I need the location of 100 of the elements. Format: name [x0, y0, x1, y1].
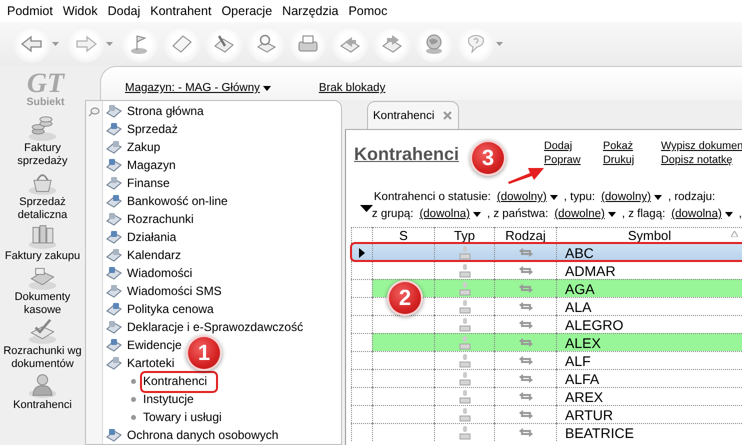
action-link[interactable]: Pokaż [603, 140, 661, 152]
stamp-icon [458, 390, 472, 404]
page-title: Kontrahenci [354, 144, 460, 164]
module-icon [106, 428, 122, 442]
table-row[interactable]: BEATRICE [351, 423, 742, 441]
filter-dropdown[interactable]: (dowolna) [671, 208, 733, 220]
binders-icon [27, 222, 58, 250]
bullet-icon [131, 396, 136, 402]
stamp-icon [458, 300, 472, 314]
filter-dropdown[interactable]: (dowolny) [496, 191, 558, 203]
nav-item[interactable]: Rozrachunki wg dokumentów [0, 345, 85, 371]
column-header[interactable]: Symbol [556, 227, 742, 243]
stamp-icon [458, 318, 472, 332]
help-icon [465, 34, 487, 54]
swap-arrows-icon [518, 356, 532, 365]
tree-item[interactable]: Bankowość on-line [103, 192, 228, 210]
tree-item[interactable]: Zakup [103, 138, 160, 156]
menu-item[interactable]: Widok [58, 4, 103, 18]
tree-item[interactable]: Towary i usługi [142, 410, 223, 424]
stamp-icon [458, 426, 472, 440]
table-row[interactable]: ALEGRO [351, 315, 742, 333]
caret-icon [472, 212, 481, 216]
menu-item[interactable]: Podmiot [2, 4, 58, 18]
tree-item[interactable]: Polityka cenowa [103, 300, 214, 318]
arrow-icon [75, 35, 97, 53]
tree-item[interactable]: Finanse [103, 174, 170, 192]
filter-label: z grupą: [372, 208, 414, 220]
arrow-icon [21, 35, 43, 53]
tree-item[interactable]: Deklaracje i e-Sprawozdawczość [103, 318, 304, 336]
dropdown-caret-icon [52, 42, 59, 46]
module-icon [106, 230, 122, 244]
sort-icon [731, 231, 738, 237]
dropdown-caret-icon [496, 42, 503, 46]
nav-item[interactable]: Dokumenty kasowe [0, 291, 85, 317]
module-icon [106, 356, 122, 370]
caret-icon [550, 194, 558, 200]
swap-arrows-icon [518, 248, 532, 257]
tree-item[interactable]: Wiadomości [103, 264, 192, 282]
action-link[interactable]: Dodaj [544, 140, 603, 152]
module-icon [106, 248, 122, 262]
lock-link[interactable]: Brak blokady [318, 82, 386, 94]
table-row[interactable]: ALEX [351, 333, 742, 351]
pin-icon[interactable] [88, 107, 100, 117]
caret-icon [262, 86, 271, 90]
filter-label: , z flagą: [622, 208, 666, 220]
logo-mark: GT [26, 72, 64, 96]
swap-arrows-icon [518, 428, 532, 437]
page-icon [171, 34, 193, 54]
tree-item[interactable]: Działania [103, 228, 176, 246]
menu-item[interactable]: Dodaj [102, 4, 146, 18]
tree-item[interactable]: Magazyn [103, 156, 176, 174]
tree-item[interactable]: Ewidencje [103, 336, 182, 354]
module-icon [106, 122, 122, 136]
filter-dropdown[interactable]: (dowolne) [554, 208, 616, 220]
action-link[interactable]: Dopisz notatkę [661, 154, 742, 166]
warehouse-dropdown[interactable]: Magazyn: - MAG - Główny [125, 82, 271, 94]
menu-item[interactable]: Pomoc [343, 4, 392, 18]
nav-item[interactable]: Faktury sprzedaży [0, 142, 85, 168]
filter-dropdown[interactable]: (dowolna) [419, 208, 481, 220]
close-icon[interactable] [443, 111, 452, 120]
tree-item[interactable]: Sprzedaż [103, 120, 178, 138]
action-link[interactable]: Drukuj [603, 154, 661, 166]
current-row-icon [359, 248, 365, 258]
nav-item[interactable]: Sprzedaż detaliczna [0, 196, 85, 222]
nav-item[interactable]: Kontrahenci [13, 399, 72, 412]
tree-item[interactable]: Kalendarz [103, 246, 182, 264]
tree-item[interactable]: Strona główna [103, 102, 204, 120]
action-link[interactable]: Wypisz dokumen [661, 140, 742, 152]
module-icon [106, 104, 122, 118]
caret-icon [724, 212, 733, 216]
table-row[interactable]: ALF [351, 351, 742, 369]
table-row[interactable]: AREX [351, 387, 742, 405]
module-icon [106, 266, 122, 280]
bullet-icon [131, 414, 136, 420]
tree-item[interactable]: Kartoteki [103, 354, 174, 372]
module-icon [106, 212, 122, 226]
action-link[interactable]: Popraw [544, 154, 603, 166]
tree-item[interactable]: Instytucje [142, 392, 195, 406]
column-header[interactable]: Rodzaj [494, 227, 556, 243]
tree-item[interactable]: Wiadomości SMS [103, 282, 222, 300]
caret-icon [608, 212, 616, 216]
tree-item[interactable]: Ochrona danych osobowych [103, 426, 278, 444]
table-row[interactable]: ADMAR [351, 261, 742, 279]
menu-item[interactable]: Narzędzia [277, 4, 344, 18]
table-row[interactable]: ALFA [351, 369, 742, 387]
nav-item[interactable]: Faktury zakupu [4, 250, 80, 263]
tab[interactable]: Kontrahenci [367, 101, 459, 129]
document-arrow-icon [339, 34, 361, 54]
menu-item[interactable]: Kontrahent [145, 4, 216, 18]
tree-item[interactable]: Kontrahenci [142, 374, 208, 388]
pen-icon [213, 34, 235, 54]
logo-name: Subiekt [26, 96, 64, 108]
tree-item[interactable]: Rozrachunki [103, 210, 194, 228]
column-header[interactable]: S [372, 227, 434, 243]
collapse-triangle-icon[interactable] [360, 205, 373, 212]
swap-arrows-icon [518, 410, 532, 419]
column-header[interactable]: Typ [434, 227, 494, 243]
table-row[interactable]: ARTUR [351, 405, 742, 423]
menu-item[interactable]: Operacje [216, 4, 278, 18]
filter-dropdown[interactable]: (dowolny) [601, 191, 662, 203]
